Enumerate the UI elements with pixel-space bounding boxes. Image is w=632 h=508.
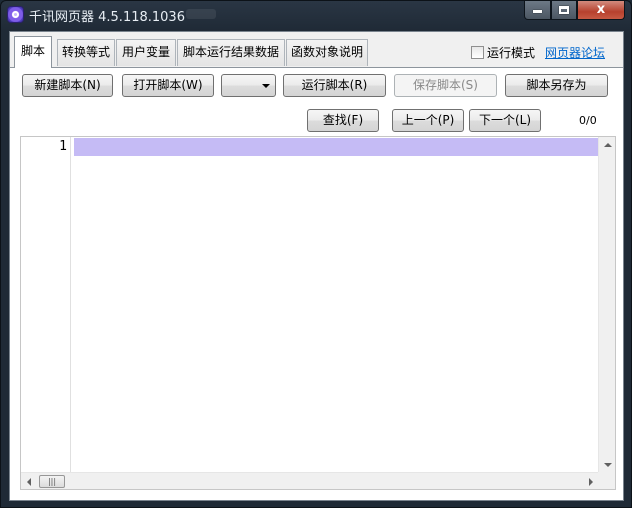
forum-link[interactable]: 网页器论坛 bbox=[545, 44, 605, 61]
vertical-scrollbar[interactable] bbox=[598, 137, 615, 473]
client-area: 脚本 转换等式 用户变量 脚本运行结果数据 函数对象说明 运行模式 网页器论坛 … bbox=[9, 31, 624, 501]
line-number-gutter: 1 bbox=[21, 137, 71, 473]
tab-function-object-docs[interactable]: 函数对象说明 bbox=[286, 39, 368, 66]
line-number: 1 bbox=[59, 139, 67, 154]
minimize-button[interactable] bbox=[524, 1, 551, 20]
scrollbar-corner bbox=[598, 472, 615, 489]
tab-run-result-data[interactable]: 脚本运行结果数据 bbox=[177, 39, 285, 66]
script-select[interactable] bbox=[221, 74, 276, 97]
run-mode-checkbox[interactable] bbox=[471, 46, 484, 59]
horizontal-scrollbar[interactable]: ||| bbox=[21, 472, 599, 489]
tab-convert-equation[interactable]: 转换等式 bbox=[57, 39, 115, 66]
save-as-button[interactable]: 脚本另存为 bbox=[505, 74, 608, 97]
new-script-button[interactable]: 新建脚本(N) bbox=[22, 74, 113, 97]
tab-user-variables[interactable]: 用户变量 bbox=[116, 39, 176, 66]
horizontal-scroll-thumb[interactable]: ||| bbox=[39, 475, 65, 488]
title-bar[interactable]: 千讯网页器 4.5.118.1036 x bbox=[1, 1, 631, 31]
match-counter: 0/0 bbox=[579, 114, 597, 127]
title-decoration bbox=[186, 9, 216, 19]
run-script-button[interactable]: 运行脚本(R) bbox=[283, 74, 386, 97]
scroll-down-icon[interactable] bbox=[604, 463, 612, 467]
scroll-right-icon[interactable] bbox=[589, 478, 593, 486]
open-script-button[interactable]: 打开脚本(W) bbox=[122, 74, 214, 97]
tab-strip: 脚本 转换等式 用户变量 脚本运行结果数据 函数对象说明 运行模式 网页器论坛 bbox=[10, 32, 623, 68]
find-button[interactable]: 查找(F) bbox=[307, 109, 379, 132]
save-script-button[interactable]: 保存脚本(S) bbox=[394, 74, 497, 97]
current-line-highlight bbox=[74, 138, 599, 156]
scroll-left-icon[interactable] bbox=[27, 478, 31, 486]
script-editor[interactable]: 1 ||| bbox=[20, 136, 616, 490]
tab-script[interactable]: 脚本 bbox=[14, 36, 52, 68]
minimize-icon bbox=[533, 10, 542, 13]
maximize-icon bbox=[559, 6, 569, 14]
maximize-button[interactable] bbox=[551, 1, 577, 20]
app-window: 千讯网页器 4.5.118.1036 x 脚本 转换等式 用户变量 脚本运行结果… bbox=[0, 0, 632, 508]
script-tab-panel: 新建脚本(N) 打开脚本(W) 运行脚本(R) 保存脚本(S) 脚本另存为 查找… bbox=[10, 68, 623, 500]
window-title: 千讯网页器 4.5.118.1036 bbox=[29, 10, 185, 25]
run-mode-option[interactable]: 运行模式 bbox=[471, 44, 535, 61]
find-next-button[interactable]: 下一个(L) bbox=[469, 109, 541, 132]
find-previous-button[interactable]: 上一个(P) bbox=[392, 109, 464, 132]
run-mode-label: 运行模式 bbox=[487, 46, 536, 60]
close-icon: x bbox=[596, 2, 606, 17]
chevron-down-icon bbox=[262, 84, 270, 88]
scroll-up-icon[interactable] bbox=[604, 143, 612, 147]
app-logo-icon bbox=[7, 6, 24, 23]
close-button[interactable]: x bbox=[577, 1, 625, 20]
